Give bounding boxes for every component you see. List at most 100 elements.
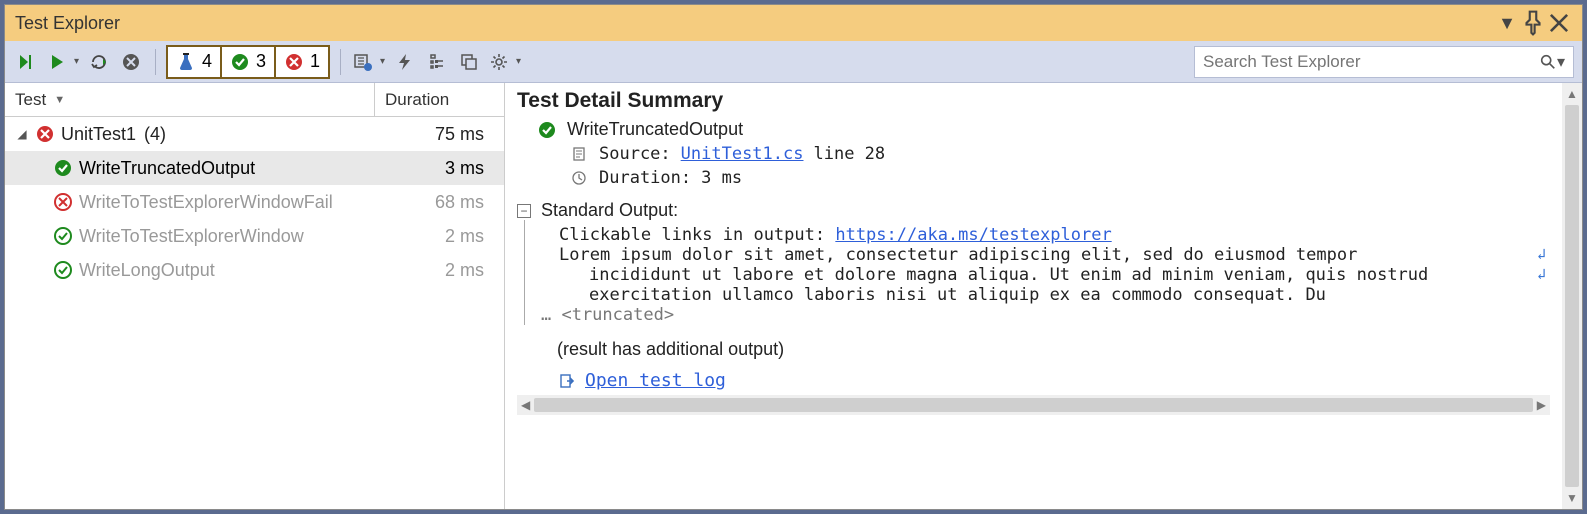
output-block: − Standard Output: Clickable links in ou… xyxy=(517,200,1550,325)
duration-value: 3 ms xyxy=(701,168,742,188)
flask-icon xyxy=(176,52,196,72)
column-test[interactable]: Test xyxy=(5,83,375,116)
play-all-icon xyxy=(17,52,37,72)
test-duration: 2 ms xyxy=(375,260,504,281)
lightning-icon xyxy=(395,52,415,72)
fail-outline-icon xyxy=(53,192,73,212)
pin-icon[interactable] xyxy=(1520,11,1546,35)
settings-button[interactable] xyxy=(487,47,523,77)
separator xyxy=(340,49,341,75)
separator xyxy=(155,49,156,75)
repeat-icon xyxy=(89,52,109,72)
collapse-toggle[interactable]: − xyxy=(517,204,531,218)
output-line: incididunt ut labore et dolore magna ali… xyxy=(589,265,1428,285)
run-button[interactable] xyxy=(45,47,81,77)
count-failed[interactable]: 1 xyxy=(276,47,328,77)
test-duration: 2 ms xyxy=(375,226,504,247)
tree-header: Test Duration xyxy=(5,83,504,117)
count-total-value: 4 xyxy=(202,51,212,72)
open-log-icon xyxy=(557,371,577,391)
pass-icon xyxy=(53,158,73,178)
open-log-row: Open test log xyxy=(517,370,1550,391)
open-test-log-link[interactable]: Open test log xyxy=(585,370,726,391)
clear-results-button[interactable] xyxy=(117,47,145,77)
window-title: Test Explorer xyxy=(15,13,120,34)
truncated-marker: … <truncated> xyxy=(541,305,674,325)
scroll-left-icon[interactable]: ◀ xyxy=(521,398,530,412)
wrap-indicator-icon: ↲ xyxy=(1537,245,1546,263)
pass-icon xyxy=(537,120,557,140)
playlist-button[interactable] xyxy=(351,47,387,77)
tree-body: ◢ UnitTest1 (4) 75 ms WriteTruncatedOutp… xyxy=(5,117,504,509)
test-counts-group: 4 3 1 xyxy=(166,45,330,79)
columns-button[interactable] xyxy=(455,47,483,77)
tree-item-row[interactable]: WriteTruncatedOutput 3 ms xyxy=(5,151,504,185)
source-line-text: line 28 xyxy=(813,144,885,164)
detail-source-line: Source: UnitTest1.cs line 28 xyxy=(517,144,1550,164)
test-explorer-window: Test Explorer ▼ 4 xyxy=(4,4,1583,510)
group-count: (4) xyxy=(144,124,166,145)
detail-panel: Test Detail Summary WriteTruncatedOutput… xyxy=(505,83,1582,509)
count-total[interactable]: 4 xyxy=(168,47,222,77)
tree-item-row[interactable]: WriteToTestExplorerWindowFail 68 ms xyxy=(5,185,504,219)
tree-item-row[interactable]: WriteLongOutput 2 ms xyxy=(5,253,504,287)
horizontal-scrollbar[interactable]: ◀ ▶ xyxy=(517,395,1550,415)
source-label: Source: xyxy=(599,144,671,164)
output-link[interactable]: https://aka.ms/testexplorer xyxy=(835,225,1111,245)
document-icon xyxy=(569,144,589,164)
toolbar: 4 3 1 ▾ xyxy=(5,41,1582,83)
column-duration[interactable]: Duration xyxy=(375,83,504,116)
output-prefix: Clickable links in output: xyxy=(559,225,835,245)
repeat-run-button[interactable] xyxy=(85,47,113,77)
scroll-thumb[interactable] xyxy=(534,398,1533,412)
additional-output-note: (result has additional output) xyxy=(517,339,1550,360)
scroll-up-icon[interactable]: ▲ xyxy=(1566,87,1578,101)
run-all-button[interactable] xyxy=(13,47,41,77)
hierarchy-icon xyxy=(427,52,447,72)
pass-outline-icon xyxy=(53,226,73,246)
clock-icon xyxy=(569,168,589,188)
count-passed[interactable]: 3 xyxy=(222,47,276,77)
windows-icon xyxy=(459,52,479,72)
scroll-thumb[interactable] xyxy=(1565,105,1579,487)
clear-x-icon xyxy=(121,52,141,72)
detail-test-line: WriteTruncatedOutput xyxy=(517,119,1550,140)
group-duration: 75 ms xyxy=(375,124,504,145)
run-after-build-button[interactable] xyxy=(391,47,419,77)
output-line: Lorem ipsum dolor sit amet, consectetur … xyxy=(559,245,1357,265)
vertical-scrollbar[interactable]: ▲ ▼ xyxy=(1562,83,1582,509)
detail-duration-line: Duration: 3 ms xyxy=(517,168,1550,188)
titlebar: Test Explorer ▼ xyxy=(5,5,1582,41)
test-name: WriteToTestExplorerWindow xyxy=(79,226,304,247)
test-duration: 68 ms xyxy=(375,192,504,213)
detail-test-name: WriteTruncatedOutput xyxy=(567,119,743,140)
pass-icon xyxy=(230,52,250,72)
scroll-down-icon[interactable]: ▼ xyxy=(1566,491,1578,505)
search-icon[interactable]: ▾ xyxy=(1539,52,1565,72)
duration-label: Duration: xyxy=(599,168,691,188)
playlist-icon xyxy=(353,52,373,72)
output-text: Clickable links in output: https://aka.m… xyxy=(541,225,1550,325)
search-box[interactable]: ▾ xyxy=(1194,46,1574,78)
fail-icon xyxy=(284,52,304,72)
output-label: Standard Output: xyxy=(541,200,1550,221)
test-tree-panel: Test Duration ◢ UnitTest1 (4) 75 ms xyxy=(5,83,505,509)
tree-group-row[interactable]: ◢ UnitTest1 (4) 75 ms xyxy=(5,117,504,151)
detail-body: Test Detail Summary WriteTruncatedOutput… xyxy=(505,83,1562,509)
expand-icon[interactable]: ◢ xyxy=(15,127,29,141)
source-link[interactable]: UnitTest1.cs xyxy=(681,144,804,164)
close-icon[interactable] xyxy=(1546,11,1572,35)
tree-item-row[interactable]: WriteToTestExplorerWindow 2 ms xyxy=(5,219,504,253)
play-icon xyxy=(47,52,67,72)
window-dropdown-icon[interactable]: ▼ xyxy=(1494,11,1520,35)
test-name: WriteLongOutput xyxy=(79,260,215,281)
group-by-button[interactable] xyxy=(423,47,451,77)
count-failed-value: 1 xyxy=(310,51,320,72)
count-passed-value: 3 xyxy=(256,51,266,72)
gear-icon xyxy=(489,52,509,72)
scroll-right-icon[interactable]: ▶ xyxy=(1537,398,1546,412)
search-input[interactable] xyxy=(1203,52,1539,72)
test-duration: 3 ms xyxy=(375,158,504,179)
pass-outline-icon xyxy=(53,260,73,280)
group-name: UnitTest1 xyxy=(61,124,136,145)
